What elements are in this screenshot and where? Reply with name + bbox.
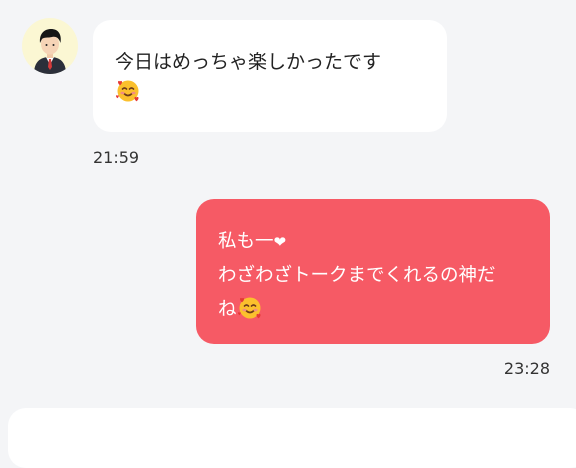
message-text: 私も一: [218, 231, 274, 252]
message-text-line-1: 私も一❤: [218, 225, 530, 259]
message-bubble-incoming[interactable]: 今日はめっちゃ楽しかったです: [93, 20, 447, 132]
message-text-line-3: ね: [218, 293, 530, 327]
avatar[interactable]: [22, 18, 78, 74]
message-text: 今日はめっちゃ楽しかったです: [115, 51, 382, 73]
message-timestamp: 21:59: [93, 148, 140, 167]
smiling-face-with-hearts-icon: [115, 78, 141, 104]
avatar-person-icon: [34, 29, 66, 74]
message-text-line-2: わざわざトークまでくれるの神だ: [218, 265, 496, 286]
message-composer[interactable]: [8, 408, 576, 468]
message-timestamp: 23:28: [503, 359, 550, 378]
message-bubble-outgoing[interactable]: 私も一❤ わざわざトークまでくれるの神だ ね: [196, 199, 550, 344]
smiling-face-with-hearts-icon: [237, 295, 263, 321]
heart-icon: ❤: [273, 233, 287, 251]
message-text: ね: [218, 299, 237, 320]
